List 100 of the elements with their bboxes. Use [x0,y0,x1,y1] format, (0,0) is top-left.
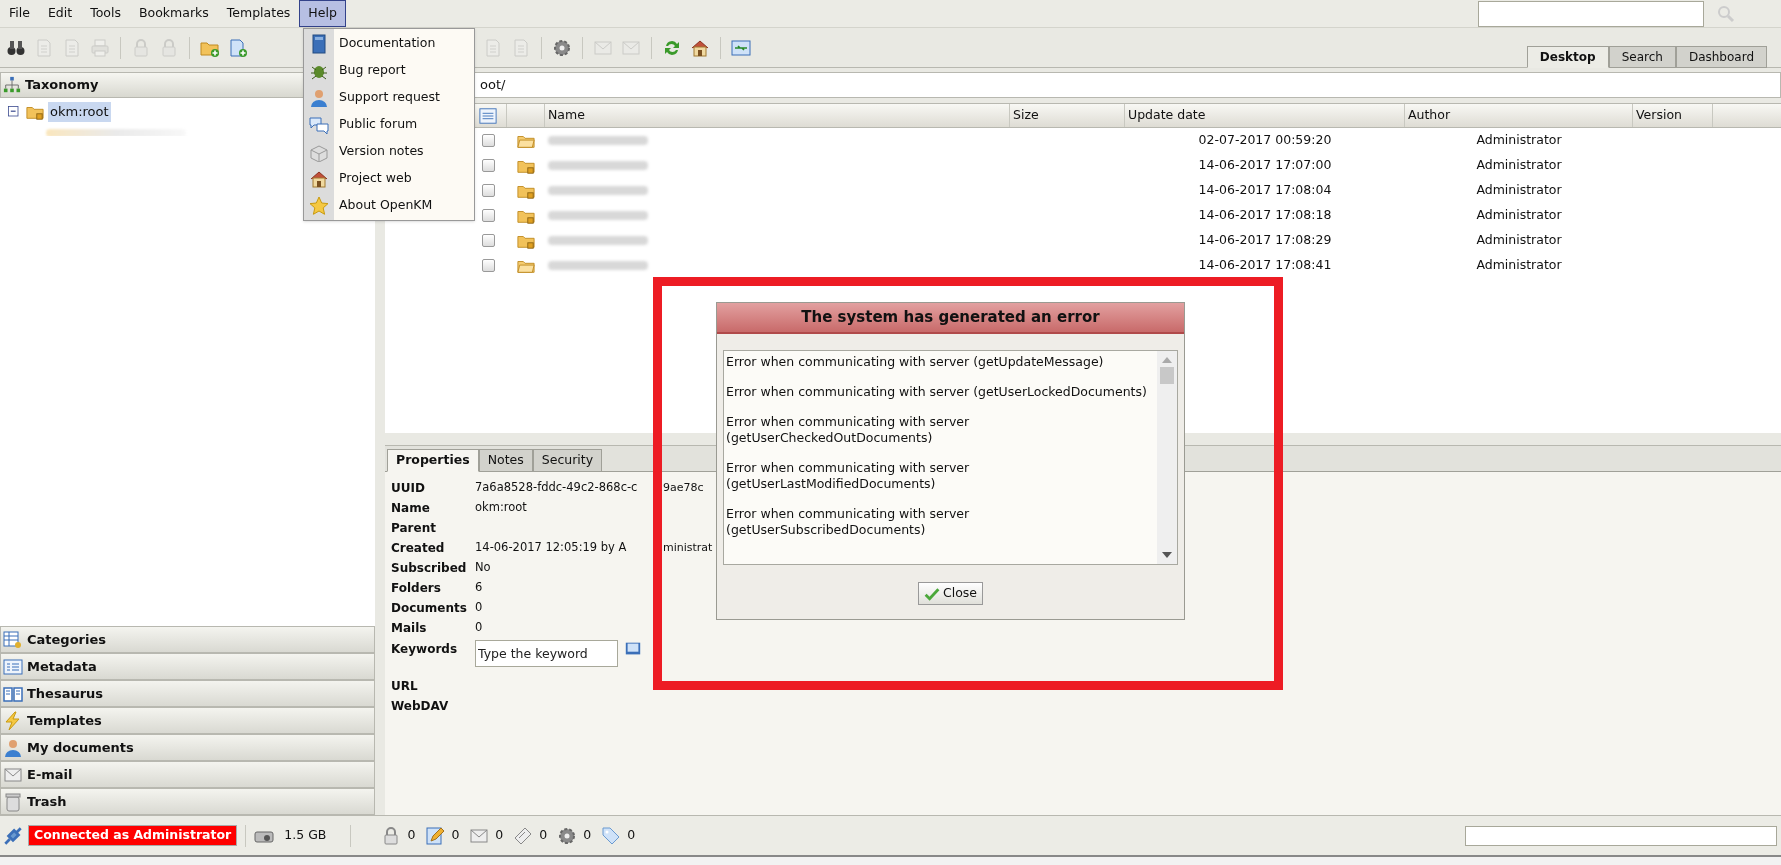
table-cell-text: Administrator [1475,256,1563,275]
property-label: Created [391,540,445,557]
menu-entry[interactable]: About OpenKM [304,192,474,219]
scroll-down-icon[interactable] [1162,552,1172,558]
column-header[interactable]: Version [1633,104,1713,127]
column-header[interactable]: Name [545,104,1010,127]
window-icon [731,37,751,58]
error-message: Error when communicating with server (getUserLockedDocuments) [726,384,1148,400]
menu-item[interactable]: Bookmarks [129,0,218,27]
counter: 0 [583,826,592,845]
property-label: Mails [391,620,427,637]
property-label: Keywords [391,641,458,658]
panel-header[interactable]: E-mail [0,761,375,788]
counter: 0 [495,826,504,845]
menu-item[interactable]: Tools [81,0,130,27]
panel-header[interactable]: Metadata [0,653,375,680]
row-checkbox[interactable] [482,159,495,172]
view-tab[interactable]: Desktop [1526,46,1609,68]
table-cell-text: 14-06-2017 17:08:04 [1197,181,1333,200]
keyword-field[interactable]: Type the keyword [475,640,618,667]
table-key-icon [3,629,23,650]
table-cell-text: Administrator [1475,231,1563,250]
scrollbar[interactable] [1157,351,1177,564]
gear-icon [557,825,578,846]
menu-entry[interactable]: Version notes [304,138,474,165]
view-tab[interactable]: Search [1608,46,1676,68]
property-label: Name [391,500,430,517]
document-icon [62,37,82,58]
menu-item[interactable]: File [0,0,39,27]
person-icon [3,737,23,758]
counter: 0 [451,826,460,845]
panel-header[interactable]: Categories [0,626,375,653]
panel-header[interactable]: Trash [0,788,375,815]
property-label: Parent [391,520,436,537]
menu-entry[interactable]: Public forum [304,111,474,138]
property-value: 6 [475,579,483,597]
book-icon [309,33,329,54]
table-cell-text: Administrator [1475,156,1563,175]
column-header[interactable]: Author [1405,104,1633,127]
collapse-icon[interactable] [6,104,22,120]
checkmark-icon [923,585,940,602]
property-label: Folders [391,580,441,597]
lock-icon [131,37,151,58]
table-cell-text: 02-07-2017 00:59:20 [1197,131,1333,150]
error-message: Error when communicating with server (getUserSubscribedDocuments) [726,506,971,538]
menu-item[interactable]: Help [299,0,346,27]
panel-title: Metadata [27,657,97,676]
lock-icon [159,37,179,58]
printer-icon [90,37,110,58]
panel-header[interactable]: Thesaurus [0,680,375,707]
panel-title: My documents [27,738,134,757]
menu-entry[interactable]: Documentation [304,30,474,57]
row-checkbox[interactable] [482,209,495,222]
row-checkbox[interactable] [482,184,495,197]
list-icon [3,656,23,677]
dialog-title: The system has generated an error [717,303,1184,334]
panel-title: Thesaurus [27,684,104,703]
properties-tab[interactable]: Security [532,449,603,472]
chat-bubbles-icon [309,114,329,135]
property-label: Documents [391,600,467,617]
panel-title: Taxonomy [25,76,99,95]
folder-path: oot/ [480,76,506,95]
row-checkbox[interactable] [482,234,495,247]
table-cell-text: 14-06-2017 17:07:00 [1197,156,1333,175]
row-checkbox[interactable] [482,259,495,272]
panel-title: Categories [27,630,106,649]
tree-node[interactable]: okm:root [48,102,111,122]
scroll-thumb[interactable] [1160,367,1174,384]
property-value: 7a6a8528-fddc-49c2-868c-c [475,479,638,497]
menu-entry[interactable]: Project web [304,165,474,192]
property-value: 14-06-2017 12:05:19 by A [475,539,627,557]
table-cell-text: Administrator [1475,206,1563,225]
row-checkbox[interactable] [482,134,495,147]
status-field[interactable] [1465,825,1777,846]
properties-tab[interactable]: Properties [387,449,479,472]
lightning-icon [3,710,23,731]
property-value: 9ae78c [662,479,704,496]
property-value: ministrat [662,539,713,556]
star-icon [309,195,329,216]
column-header[interactable]: Update date [1125,104,1405,127]
scroll-up-icon[interactable] [1162,357,1172,363]
menu-item[interactable]: Templates [217,0,300,27]
tree-icon [3,76,21,94]
panel-header[interactable]: Templates [0,707,375,734]
properties-tab[interactable]: Notes [478,449,533,472]
close-button[interactable]: Close [917,582,984,605]
disk-usage: 1.5 GB [284,826,327,845]
error-message: Error when communicating with server (getUpdateMessage) [726,354,1105,370]
search-field[interactable] [1478,0,1704,27]
menu-item[interactable]: Edit [38,0,82,27]
document-add-icon [228,37,248,58]
panel-header[interactable]: My documents [0,734,375,761]
view-tab[interactable]: Dashboard [1675,46,1767,68]
table-cell-text: 14-06-2017 17:08:41 [1197,256,1333,275]
column-header[interactable]: Size [1010,104,1125,127]
property-label: UUID [391,480,425,497]
error-message: Error when communicating with server (getUserCheckedOutDocuments) [726,414,971,446]
gear-icon [552,37,572,58]
property-value: No [475,559,491,577]
property-value: 0 [475,599,483,617]
